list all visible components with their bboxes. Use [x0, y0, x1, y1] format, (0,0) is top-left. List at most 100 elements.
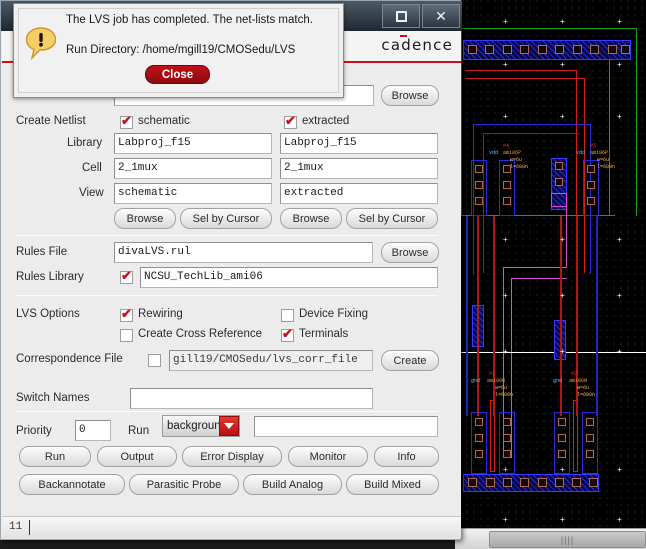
terminals-label: Terminals [299, 328, 349, 340]
metal2-route [503, 267, 567, 268]
close-button[interactable]: ✕ [422, 4, 460, 28]
rules-file-label: Rules File [16, 246, 68, 258]
extracted-view-input[interactable]: extracted [280, 183, 438, 204]
maximize-button[interactable] [382, 4, 420, 28]
rules-file-input[interactable]: divaLVS.rul [114, 242, 373, 263]
grid-marker: + [617, 17, 622, 26]
contact [475, 197, 483, 205]
grid-marker: + [617, 347, 622, 356]
grid-marker: + [617, 112, 622, 121]
schematic-checkbox-label: schematic [138, 115, 190, 127]
contact [475, 418, 483, 426]
run-label: Run [128, 425, 150, 437]
schematic-browse-button[interactable]: Browse [114, 208, 176, 229]
terminals-checkbox[interactable] [281, 327, 294, 342]
monitor-button[interactable]: Monitor [288, 446, 368, 467]
device-fixing-label: Device Fixing [299, 308, 369, 320]
poly-vertical [477, 216, 479, 416]
schematic-cell-input[interactable]: 2_1mux [114, 158, 272, 179]
grid-marker: + [560, 515, 565, 524]
run-button[interactable]: Run [19, 446, 91, 467]
info-button[interactable]: Info [374, 446, 439, 467]
rules-file-browse-button[interactable]: Browse [381, 242, 439, 263]
contact [468, 478, 477, 487]
extracted-browse-button[interactable]: Browse [280, 208, 342, 229]
layout-horizontal-scrollbar[interactable]: |||| [455, 528, 646, 549]
grid-marker: + [617, 60, 622, 69]
rewiring-checkbox[interactable] [120, 307, 133, 322]
rewiring-label: Rewiring [138, 308, 183, 320]
device-label-w: w=6u [597, 157, 610, 163]
dialog-message-line-2: Run Directory: /home/mgill19/CMOSedu/LVS [66, 44, 296, 56]
device-label-pin: vdd [489, 150, 499, 156]
build-mixed-button[interactable]: Build Mixed [346, 474, 439, 495]
contact [503, 450, 511, 458]
divider [16, 295, 438, 296]
contact [475, 434, 483, 442]
correspondence-file-input[interactable]: gill19/CMOSedu/lvs_corr_file [169, 350, 373, 371]
device-label-model: ami06N [569, 378, 588, 384]
poly-route [465, 78, 585, 79]
cadence-logo-text: cadence [381, 36, 453, 54]
extracted-cell-input[interactable]: 2_1mux [280, 158, 438, 179]
schematic-checkbox[interactable] [120, 114, 133, 129]
metal2-patch [551, 193, 567, 207]
run-mode-select[interactable]: background [162, 415, 240, 437]
contact [555, 162, 563, 170]
schematic-library-input[interactable]: Labproj_f15 [114, 133, 272, 154]
grid-marker: + [560, 60, 565, 69]
output-button[interactable]: Output [97, 446, 177, 467]
grid-marker: + [560, 112, 565, 121]
backannotate-button[interactable]: Backannotate [19, 474, 125, 495]
view-label: View [79, 187, 104, 199]
create-netlist-label: Create Netlist [16, 115, 86, 127]
extracted-library-input[interactable]: Labproj_f15 [280, 133, 438, 154]
chevron-down-icon[interactable] [219, 416, 239, 436]
schematic-sel-by-cursor-button[interactable]: Sel by Cursor [180, 208, 272, 229]
correspondence-file-checkbox[interactable] [148, 354, 161, 367]
scrollbar-thumb[interactable]: |||| [489, 531, 646, 548]
device-label-name: #1 [489, 371, 496, 377]
device-fixing-checkbox[interactable] [281, 309, 294, 322]
extracted-checkbox[interactable] [284, 114, 297, 129]
extracted-sel-by-cursor-button[interactable]: Sel by Cursor [346, 208, 438, 229]
run-extra-input[interactable] [254, 416, 438, 437]
rules-library-input[interactable]: NCSU_TechLib_ami06 [140, 267, 438, 288]
create-cross-reference-checkbox[interactable] [120, 329, 133, 342]
top-browse-button[interactable]: Browse [381, 85, 439, 106]
correspondence-file-create-button[interactable]: Create [381, 350, 439, 371]
contact [486, 478, 495, 487]
error-display-button[interactable]: Error Display [182, 446, 282, 467]
device-label-l: l=600n [495, 392, 514, 398]
divider [16, 235, 438, 236]
lvs-options-label: LVS Options [16, 308, 80, 320]
correspondence-file-label: Correspondence File [16, 353, 123, 365]
grid-marker: + [503, 112, 508, 121]
device-label-l: l=600n [597, 164, 616, 170]
device-label-name: #4 [503, 143, 510, 149]
contact [558, 434, 566, 442]
grid-marker: + [560, 347, 565, 356]
build-analog-button[interactable]: Build Analog [243, 474, 342, 495]
dialog-close-button[interactable]: Close [145, 65, 210, 84]
switch-names-input[interactable] [130, 388, 373, 409]
device-label-w: w=6u [510, 157, 523, 163]
parasitic-probe-button[interactable]: Parasitic Probe [129, 474, 239, 495]
contact [586, 434, 594, 442]
nwell-edge-right [609, 55, 610, 215]
device-label-model: ami06N [487, 378, 506, 384]
grid-marker: + [503, 347, 508, 356]
rules-library-checkbox[interactable] [120, 269, 133, 284]
desktop-root: + + + + + + + + + + + + + + + + + + + + … [0, 0, 646, 549]
grid-marker: + [617, 235, 622, 244]
device-label-l: l=600n [577, 392, 596, 398]
create-cross-reference-label: Create Cross Reference [138, 328, 262, 340]
priority-input[interactable]: 0 [75, 420, 111, 441]
maximize-icon [395, 10, 407, 22]
layout-canvas[interactable]: + + + + + + + + + + + + + + + + + + + + … [459, 0, 646, 528]
cell-label: Cell [82, 162, 102, 174]
schematic-view-input[interactable]: schematic [114, 183, 272, 204]
contact [587, 197, 595, 205]
poly-vertical [560, 216, 562, 416]
device-label-pin: vdd [576, 150, 586, 156]
